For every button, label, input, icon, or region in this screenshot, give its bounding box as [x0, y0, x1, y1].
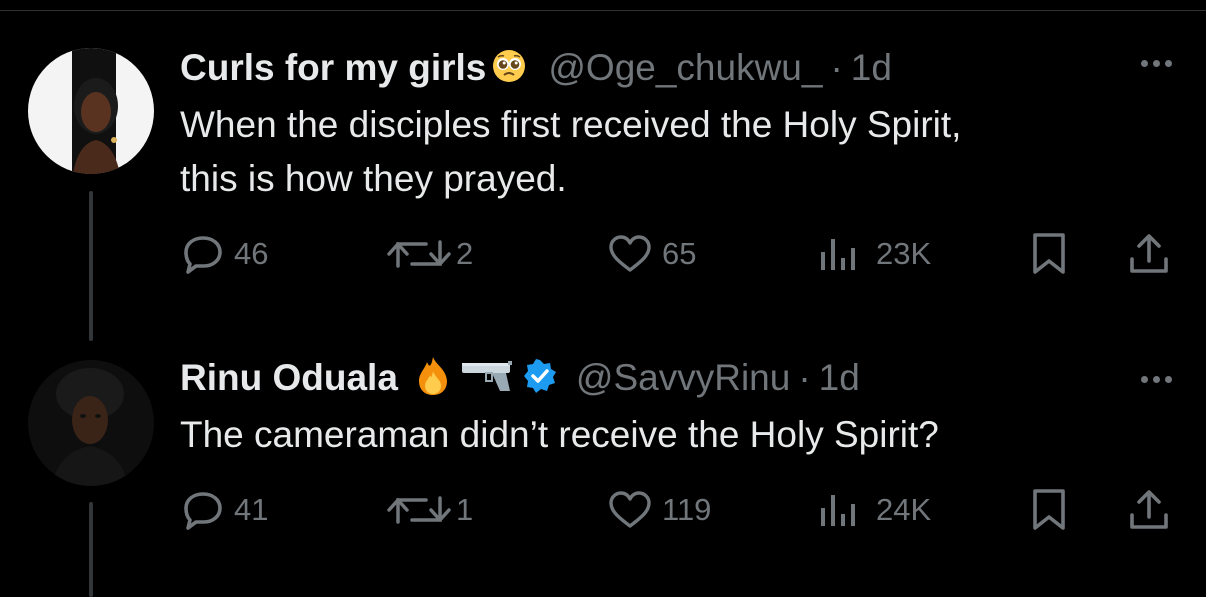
tweet-text-line: When the disciples first received the Ho…	[180, 104, 962, 145]
more-options-icon[interactable]	[1141, 60, 1172, 67]
pistol-emoji	[460, 359, 516, 398]
like-button[interactable]: 119	[608, 488, 711, 532]
heart-icon	[609, 491, 651, 528]
repost-button[interactable]: 2	[386, 232, 473, 276]
tweet-header: Curls for my girls @Oge_chukwu_ · 1d	[180, 46, 892, 90]
views-count: 24K	[876, 492, 932, 527]
reply-icon	[184, 492, 222, 530]
share-button[interactable]	[1128, 232, 1170, 276]
bookmark-button[interactable]	[1030, 232, 1068, 276]
bookmark-icon	[1033, 489, 1065, 530]
views-icon	[821, 495, 855, 526]
action-bar: 41 1 119 24K	[0, 488, 1206, 532]
reply-count: 41	[234, 492, 269, 527]
repost-icon	[387, 240, 451, 268]
like-count: 119	[662, 492, 712, 527]
separator-dot: ·	[798, 357, 811, 398]
avatar[interactable]	[28, 48, 154, 174]
tweet-text: The cameraman didn’t receive the Holy Sp…	[180, 408, 939, 462]
heart-icon	[609, 235, 651, 272]
avatar[interactable]	[28, 360, 154, 486]
top-divider	[0, 10, 1206, 11]
verified-badge-icon	[522, 358, 558, 399]
display-name[interactable]: Curls for my girls	[180, 47, 486, 89]
tweet-text-line: this is how they prayed.	[180, 158, 567, 199]
reply-button[interactable]: 46	[182, 232, 268, 276]
like-button[interactable]: 65	[608, 232, 696, 276]
reply-icon	[184, 236, 222, 274]
views-icon	[821, 239, 855, 270]
display-name[interactable]: Rinu Oduala	[180, 357, 398, 399]
handle[interactable]: @SavvyRinu	[576, 357, 790, 399]
repost-icon	[387, 496, 451, 524]
like-count: 65	[662, 236, 697, 271]
tweet-text: When the disciples first received the Ho…	[180, 98, 961, 206]
handle[interactable]: @Oge_chukwu_	[548, 47, 822, 89]
fire-emoji	[416, 355, 450, 402]
bookmark-icon	[1033, 233, 1065, 274]
reply-count: 46	[234, 236, 269, 271]
tweet-header: Rinu Oduala @SavvyRinu · 1d	[180, 356, 860, 400]
share-icon	[1130, 234, 1168, 273]
tweet-text-line: The cameraman didn’t receive the Holy Sp…	[180, 414, 939, 455]
share-icon	[1130, 490, 1168, 529]
repost-count: 2	[456, 236, 474, 271]
repost-button[interactable]: 1	[386, 488, 473, 532]
repost-count: 1	[456, 492, 474, 527]
bookmark-button[interactable]	[1030, 488, 1068, 532]
views-count: 23K	[876, 236, 932, 271]
share-button[interactable]	[1128, 488, 1170, 532]
views-button[interactable]: 23K	[818, 232, 931, 276]
action-bar: 46 2 65 23K	[0, 232, 1206, 276]
separator-dot: ·	[830, 47, 843, 88]
more-options-icon[interactable]	[1141, 376, 1172, 383]
timestamp[interactable]: 1d	[851, 47, 892, 89]
pleading-face-emoji	[492, 49, 526, 88]
timestamp[interactable]: 1d	[819, 357, 860, 399]
reply-button[interactable]: 41	[182, 488, 268, 532]
views-button[interactable]: 24K	[818, 488, 931, 532]
